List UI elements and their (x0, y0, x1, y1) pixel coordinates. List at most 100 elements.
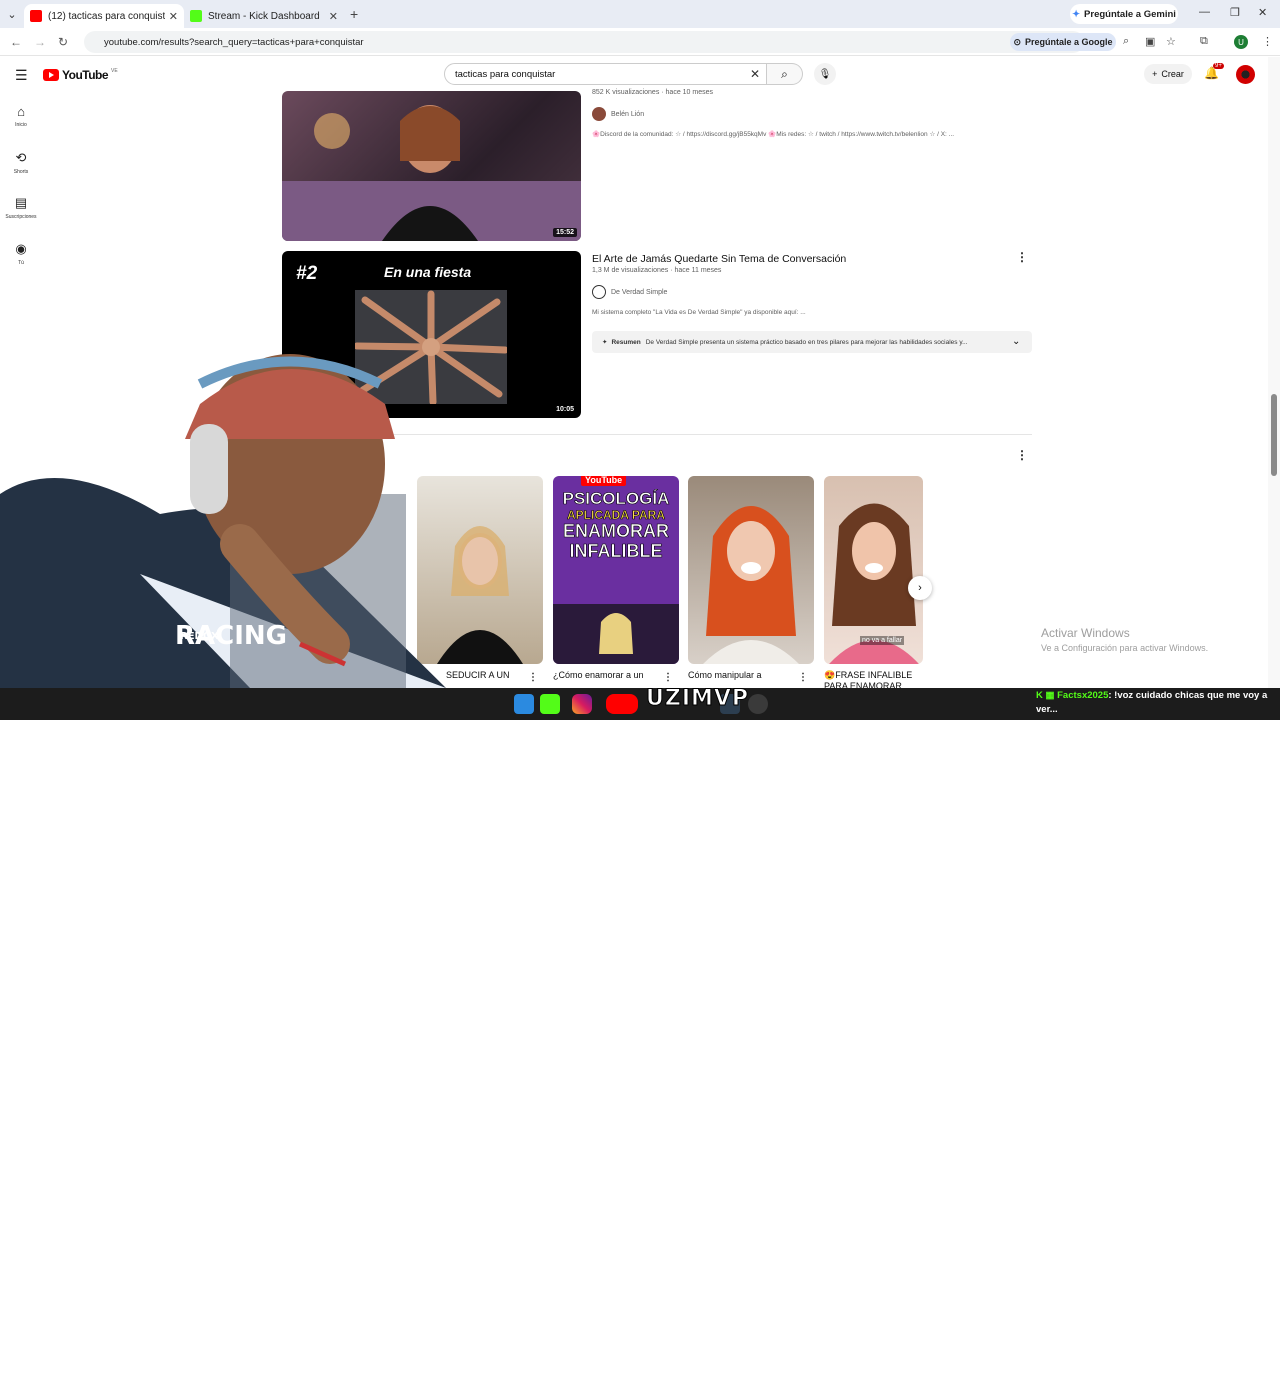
obs-icon[interactable] (748, 694, 768, 714)
stream-overlay-text: UZIMVP (645, 686, 750, 712)
shelf-more-actions-icon[interactable]: ⋮ (1016, 448, 1028, 462)
sidebar-item-subscriptions[interactable]: ▤ Suscripciones (0, 195, 42, 220)
short-thumbnail[interactable]: no va a fallar (824, 476, 923, 664)
chevron-down-icon[interactable]: ⌄ (1012, 336, 1020, 347)
browser-menu-icon[interactable]: ⋮ (1262, 35, 1273, 48)
restore-icon[interactable]: ❐ (1230, 6, 1240, 19)
ask-gemini-button[interactable]: ✦ Pregúntale a Gemini (1070, 4, 1178, 24)
video-description: Mi sistema completo "La Vida es De Verda… (592, 309, 806, 316)
language-indicator[interactable]: LAA (1166, 1392, 1179, 1399)
browser-profile-avatar[interactable]: U (1234, 35, 1248, 49)
tab-title: (12) tacticas para conquistar - Y (48, 10, 165, 22)
guide-menu-icon[interactable]: ☰ (15, 67, 28, 84)
channel-link[interactable]: Belén Lión (592, 107, 644, 121)
account-avatar[interactable] (1236, 65, 1255, 84)
cast-icon[interactable]: ▣ (1145, 35, 1155, 48)
short-thumbnail[interactable] (688, 476, 814, 664)
ai-summary-toggle[interactable]: ✦ Resumen De Verdad Simple presenta un s… (592, 331, 1032, 353)
short-title-line2: PARA ENAMORAR (824, 681, 902, 688)
shelf-next-button[interactable]: › (908, 576, 932, 600)
channel-avatar (592, 285, 606, 299)
create-label: Crear (1161, 69, 1184, 79)
thumbnail-caption: En una fiesta (384, 264, 472, 280)
thumb-line: PSICOLOGÍA (562, 489, 670, 508)
more-actions-icon[interactable]: ⋮ (1016, 250, 1028, 264)
thumb-line: INFALIBLE (569, 540, 663, 561)
channel-link[interactable]: De Verdad Simple (592, 285, 667, 299)
region-code: VE (111, 68, 118, 74)
instagram-icon[interactable] (572, 694, 592, 714)
channel-avatar (592, 107, 606, 121)
zoom-icon[interactable]: ⌕ (1123, 35, 1129, 48)
webcam-overlay: RACING REDOX (0, 354, 446, 688)
cap-brand-text: REDOX (180, 631, 219, 642)
close-tab-icon[interactable]: ✕ (329, 10, 338, 23)
ask-google-button[interactable]: ⊙ Pregúntale a Google (1010, 33, 1116, 51)
youtube-favicon-icon (30, 10, 42, 22)
kick-badge-icon: K ▦ (1036, 690, 1058, 701)
youtube-header: ☰ YouTube VE tacticas para conquistar ✕ … (0, 57, 1268, 91)
short-overlay-text: no va a fallar (860, 636, 905, 645)
summary-text: De Verdad Simple presenta un sistema prá… (645, 338, 968, 346)
windows-start-icon[interactable] (514, 694, 534, 714)
short-more-icon[interactable]: ⋮ (528, 672, 538, 683)
video-title-link[interactable]: El Arte de Jamás Quedarte Sin Tema de Co… (592, 253, 846, 265)
youtube-wordmark: YouTube (62, 68, 109, 82)
chat-text-line2: ver... (1036, 704, 1058, 715)
chat-text: : !voz cuidado chicas que me voy a (1108, 690, 1268, 701)
google-label: Pregúntale a Google (1025, 37, 1113, 47)
page-scrollbar[interactable] (1268, 57, 1280, 688)
video-thumbnail[interactable]: 15:52 (282, 91, 581, 241)
kick-icon[interactable] (540, 694, 560, 714)
kick-favicon-icon (190, 10, 202, 22)
lens-icon: ⊙ (1013, 36, 1021, 47)
sparkle-icon: ✦ (602, 339, 608, 346)
clear-search-icon[interactable]: ✕ (750, 67, 760, 81)
home-icon: ⌂ (17, 104, 25, 119)
close-window-icon[interactable]: ✕ (1258, 6, 1267, 19)
tab-youtube[interactable]: (12) tacticas para conquistar - Y ✕ (24, 4, 184, 28)
activation-subtitle: Ve a Configuración para activar Windows. (1041, 643, 1209, 653)
sidebar-label: Suscripciones (5, 214, 37, 220)
short-title[interactable]: ¿Cómo enamorar a un (553, 670, 644, 680)
search-query: tacticas para conquistar (455, 68, 556, 80)
sidebar-label: Inicio (15, 122, 27, 128)
back-icon[interactable]: ← (10, 35, 22, 49)
short-title[interactable]: Cómo manipular a (688, 670, 762, 680)
close-tab-icon[interactable]: ✕ (169, 10, 178, 23)
new-tab-icon[interactable]: + (350, 6, 358, 22)
scrollbar-thumb[interactable] (1271, 394, 1277, 476)
search-icon: ⌕ (781, 66, 788, 81)
thumb-line: ENAMORAR (563, 520, 670, 541)
system-clock[interactable]: 16/8/2026 (1222, 1381, 1255, 1399)
extensions-icon[interactable]: ⧉ (1200, 35, 1208, 48)
create-button[interactable]: + Crear (1144, 64, 1192, 84)
tab-search-icon[interactable]: ⌄ (0, 0, 24, 28)
search-button[interactable]: ⌕ (767, 63, 803, 85)
sidebar-item-home[interactable]: ⌂ Inicio (0, 104, 42, 128)
short-title[interactable]: 😍FRASE INFALIBLE (824, 670, 912, 681)
sidebar-item-shorts[interactable]: ⟲ Shorts (0, 150, 42, 175)
youtube-icon[interactable] (606, 694, 638, 714)
short-more-icon[interactable]: ⋮ (663, 672, 673, 683)
url-field[interactable]: youtube.com/results?search_query=tactica… (84, 31, 1084, 53)
windows-activation-watermark: Activar Windows Ve a Configuración para … (1041, 626, 1208, 653)
bookmark-star-icon[interactable]: ☆ (1166, 35, 1176, 48)
shorts-icon: ⟲ (15, 150, 27, 165)
activation-title: Activar Windows (1041, 626, 1130, 640)
short-more-icon[interactable]: ⋮ (798, 672, 808, 683)
thumbnail-rank-text: #2 (296, 263, 318, 284)
short-title[interactable]: SEDUCIR A UN (446, 670, 510, 680)
voice-search-button[interactable]: 🎙 (814, 63, 836, 85)
youtube-logo[interactable]: YouTube VE (43, 68, 118, 82)
reload-icon[interactable]: ↻ (58, 35, 68, 49)
forward-icon[interactable]: → (34, 35, 46, 49)
minimize-icon[interactable]: — (1199, 6, 1210, 18)
sidebar-item-you[interactable]: ◉ Tú (0, 241, 42, 266)
short-thumbnail[interactable]: YouTube PSICOLOGÍA APLICADA PARA ENAMORA… (553, 476, 679, 664)
tab-kick[interactable]: Stream - Kick Dashboard ✕ (184, 4, 344, 28)
thumb-line: APLICADA PARA (567, 507, 666, 522)
tab-title: Stream - Kick Dashboard (208, 10, 320, 22)
gemini-sparkle-icon: ✦ (1072, 8, 1081, 20)
search-input[interactable]: tacticas para conquistar (444, 63, 767, 85)
